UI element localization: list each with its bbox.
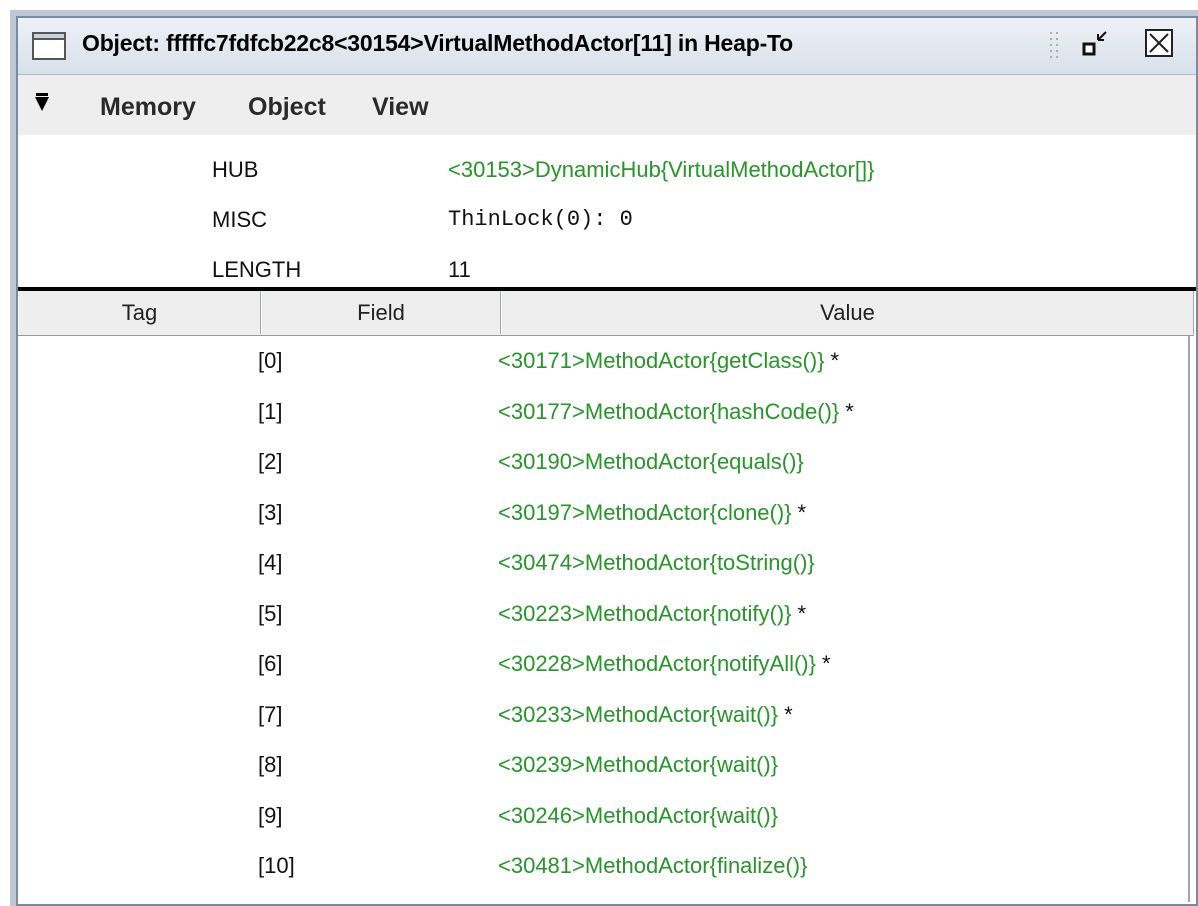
- table-row[interactable]: [10] <30481>MethodActor{finalize()}: [18, 841, 1194, 892]
- value-link[interactable]: <30223>MethodActor{notify()} *: [498, 601, 806, 627]
- menu-object[interactable]: Object: [248, 93, 326, 122]
- field-cell: [9]: [258, 802, 283, 828]
- table-body: [0] <30171>MethodActor{getClass()} * [1] <30…: [18, 336, 1194, 892]
- field-cell: [4]: [258, 550, 283, 575]
- override-marker: *: [797, 600, 807, 626]
- length-value: 11: [448, 257, 471, 282]
- object-header: HUB <30153>DynamicHub{VirtualMethodActor…: [18, 135, 1196, 291]
- value-link[interactable]: <30197>MethodActor{clone()} *: [498, 500, 806, 526]
- down-triangle-icon[interactable]: [32, 89, 52, 117]
- table-row[interactable]: [0] <30171>MethodActor{getClass()} *: [18, 336, 1194, 387]
- value-link[interactable]: <30481>MethodActor{finalize()}: [498, 853, 807, 879]
- value-text: <30233>MethodActor{wait()}: [498, 701, 779, 727]
- menu-memory[interactable]: Memory: [100, 93, 196, 122]
- window-title: Object: fffffc7fdfcb22c8<30154>VirtualMe…: [82, 30, 794, 56]
- table-header: Tag Field Value: [18, 291, 1194, 336]
- column-header-value[interactable]: Value: [501, 291, 1194, 334]
- grip-icon: [1050, 32, 1058, 58]
- value-text: <30177>MethodActor{hashCode()}: [498, 398, 840, 424]
- window-icon: [32, 32, 66, 60]
- value-link[interactable]: <30177>MethodActor{hashCode()} *: [498, 399, 854, 425]
- down-triangle-icon-glyph: [35, 93, 49, 111]
- table-row[interactable]: [2] <30190>MethodActor{equals()}: [18, 437, 1194, 488]
- hub-value-link[interactable]: <30153>DynamicHub{VirtualMethodActor[]}: [448, 157, 874, 183]
- value-link[interactable]: <30171>MethodActor{getClass()} *: [498, 348, 839, 374]
- close-icon[interactable]: [1144, 28, 1176, 60]
- field-cell: [6]: [258, 651, 283, 676]
- field-cell: [5]: [258, 600, 283, 626]
- value-text: <30223>MethodActor{notify()}: [498, 600, 792, 626]
- field-cell: [10]: [258, 853, 295, 878]
- field-cell: [2]: [258, 449, 283, 474]
- table-row[interactable]: [8] <30239>MethodActor{wait()}: [18, 740, 1194, 791]
- field-cell: [7]: [258, 701, 283, 727]
- column-header-tag[interactable]: Tag: [18, 291, 261, 334]
- menu-view[interactable]: View: [372, 93, 429, 122]
- value-link[interactable]: <30190>MethodActor{equals()}: [498, 449, 804, 475]
- misc-label: MISC: [212, 207, 267, 232]
- value-text: <30481>MethodActor{finalize()}: [498, 853, 808, 878]
- value-link[interactable]: <30246>MethodActor{wait()}: [498, 803, 778, 829]
- hub-label: HUB: [212, 157, 259, 182]
- value-link[interactable]: <30474>MethodActor{toString()}: [498, 550, 815, 576]
- override-marker: *: [830, 348, 840, 373]
- table-row[interactable]: [6] <30228>MethodActor{notifyAll()} *: [18, 639, 1194, 690]
- value-link[interactable]: <30228>MethodActor{notifyAll()} *: [498, 651, 831, 677]
- menu-bar: Memory Object View: [18, 75, 1196, 135]
- value-link[interactable]: <30233>MethodActor{wait()} *: [498, 702, 793, 728]
- field-cell: [3]: [258, 499, 283, 525]
- field-cell: [1]: [258, 398, 283, 424]
- title-bar[interactable]: Object: fffffc7fdfcb22c8<30154>VirtualMe…: [18, 18, 1196, 75]
- value-link[interactable]: <30239>MethodActor{wait()}: [498, 752, 778, 778]
- override-marker: *: [821, 651, 831, 676]
- value-text: <30197>MethodActor{clone()}: [498, 499, 792, 525]
- table-row[interactable]: [9] <30246>MethodActor{wait()}: [18, 791, 1194, 842]
- table-row[interactable]: [5] <30223>MethodActor{notify()} *: [18, 589, 1194, 640]
- value-text: <30474>MethodActor{toString()}: [498, 550, 815, 575]
- value-text: <30171>MethodActor{getClass()}: [498, 348, 825, 373]
- misc-value: ThinLock(0): 0: [448, 207, 633, 232]
- column-header-field[interactable]: Field: [261, 291, 501, 334]
- table-row[interactable]: [4] <30474>MethodActor{toString()}: [18, 538, 1194, 589]
- length-label: LENGTH: [212, 257, 302, 282]
- table-row[interactable]: [1] <30177>MethodActor{hashCode()} *: [18, 387, 1194, 438]
- value-text: <30190>MethodActor{equals()}: [498, 449, 804, 474]
- table-row[interactable]: [7] <30233>MethodActor{wait()} *: [18, 690, 1194, 741]
- inspector-window: Object: fffffc7fdfcb22c8<30154>VirtualMe…: [16, 16, 1198, 906]
- override-marker: *: [845, 398, 854, 424]
- value-text: <30228>MethodActor{notifyAll()}: [498, 651, 816, 676]
- minimize-icon[interactable]: [1072, 24, 1116, 64]
- field-cell: [0]: [258, 348, 283, 373]
- value-text: <30239>MethodActor{wait()}: [498, 752, 779, 777]
- value-text: <30246>MethodActor{wait()}: [498, 802, 779, 828]
- override-marker: *: [784, 701, 793, 727]
- table-row[interactable]: [3] <30197>MethodActor{clone()} *: [18, 488, 1194, 539]
- override-marker: *: [797, 499, 807, 525]
- field-cell: [8]: [258, 752, 283, 777]
